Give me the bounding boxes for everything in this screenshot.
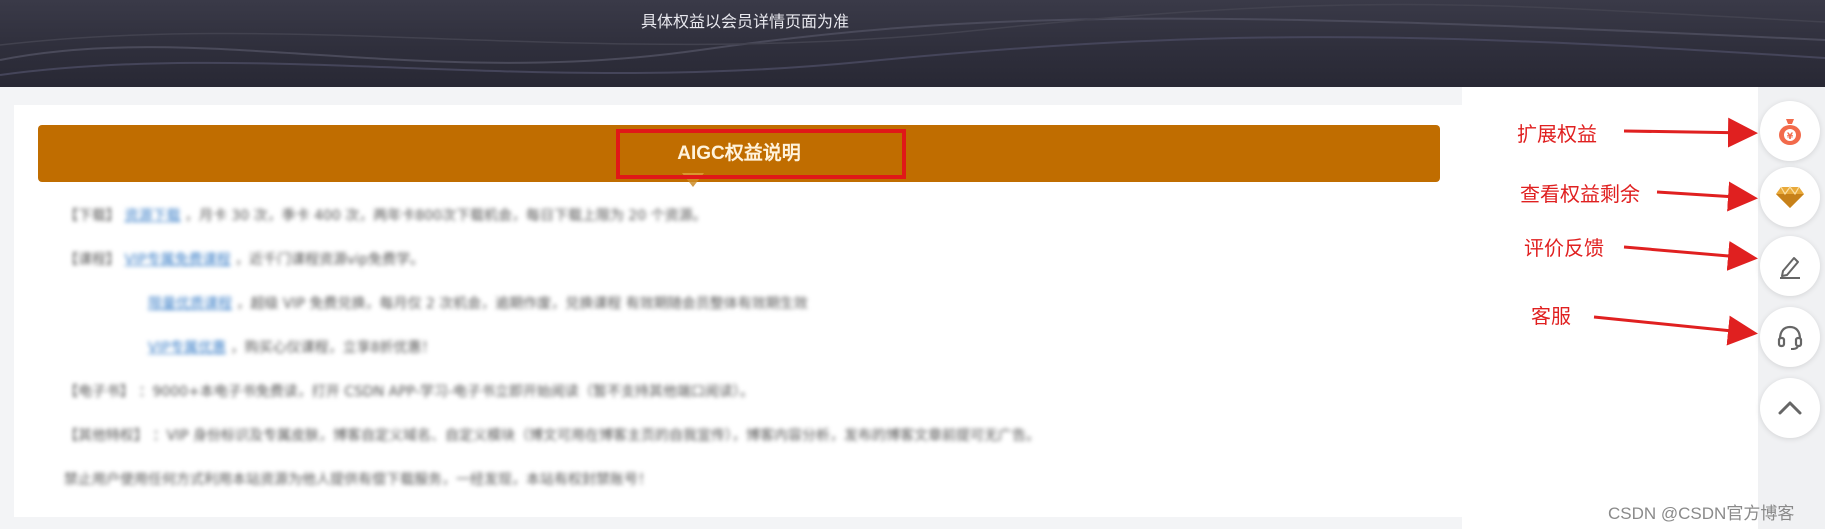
- rights-line-notice: 禁止用户使用任何方式利用本站资源为他人提供有偿下载服务，一经发现，本站有权封禁账…: [64, 469, 652, 489]
- rights-line-ebook: 【电子书】 ：9000+本电子书免费读，打开 CSDN APP-学习-电子书立即…: [64, 381, 754, 401]
- annotation-view-remaining: 查看权益剩余: [1520, 182, 1640, 206]
- annotation-feedback: 评价反馈: [1524, 236, 1604, 260]
- line-label: 【课程】: [64, 252, 120, 268]
- rights-line-course: 【课程】 VIP专属免费课程 ，近千门课程资源vip免费学。: [64, 249, 424, 269]
- aigc-title-bar: AIGC权益说明: [38, 125, 1440, 187]
- back-to-top-button[interactable]: [1760, 378, 1820, 438]
- banner-note: 具体权益以会员详情页面为准: [640, 12, 849, 31]
- line-text: ，月卡 30 次，季卡 400 次，两年卡800次下载机会，每日下载上限为 20…: [184, 208, 707, 224]
- line-text: ，超级 VIP 免费兑换，每月仅 2 次机会，逾期作废，兑换课程 有效期随会员整…: [236, 296, 808, 312]
- feedback-button[interactable]: [1760, 236, 1820, 296]
- line-text: 禁止用户使用任何方式利用本站资源为他人提供有偿下载服务，一经发现，本站有权封禁账…: [64, 472, 652, 488]
- annotation-customer-service: 客服: [1531, 304, 1571, 328]
- title-highlight-box: [616, 129, 906, 179]
- diamond-icon: [1776, 185, 1804, 208]
- line-label: 【电子书】: [64, 384, 134, 400]
- line-text: ，购买心仪课程，立享8折优惠！: [230, 340, 436, 356]
- line-label: 【下载】: [64, 208, 120, 224]
- line-link[interactable]: 限量优质课程: [148, 296, 232, 312]
- line-label: 【其他特权】: [64, 428, 148, 444]
- line-text: ：9000+本电子书免费读，打开 CSDN APP-学习-电子书立即开始阅读（暂…: [138, 384, 754, 400]
- customer-service-button[interactable]: [1760, 307, 1820, 367]
- rights-line-limited-course: 限量优质课程 ，超级 VIP 免费兑换，每月仅 2 次机会，逾期作废，兑换课程 …: [148, 293, 808, 313]
- rights-line-discount: VIP专属优惠 ，购买心仪课程，立享8折优惠！: [148, 337, 436, 357]
- line-text: ，近千门课程资源vip免费学。: [235, 252, 425, 268]
- expand-rights-button[interactable]: ¥: [1760, 101, 1820, 161]
- pencil-icon: [1780, 257, 1800, 279]
- view-remaining-rights-button[interactable]: [1760, 167, 1820, 227]
- rights-line-download: 【下载】 资源下载 ，月卡 30 次，季卡 400 次，两年卡800次下载机会，…: [64, 205, 707, 225]
- money-bag-icon: ¥: [1779, 119, 1801, 145]
- chevron-up-icon: [1778, 401, 1802, 415]
- rights-line-other: 【其他特权】 ：VIP 身份标识及专属皮肤，博客自定义域名、自定义模块（博文可用…: [64, 425, 1040, 445]
- line-link[interactable]: VIP专属优惠: [148, 340, 226, 356]
- top-banner: 具体权益以会员详情页面为准: [0, 0, 1825, 87]
- line-link[interactable]: VIP专属免费课程: [124, 252, 230, 268]
- csdn-watermark: CSDN @CSDN官方博客: [1608, 504, 1795, 523]
- svg-text:¥: ¥: [1787, 132, 1794, 142]
- aigc-rights-card: AIGC权益说明 【下载】 资源下载 ，月卡 30 次，季卡 400 次，两年卡…: [14, 105, 1462, 517]
- line-text: ：VIP 身份标识及专属皮肤，博客自定义域名、自定义模块（博文可用在博客主页的自…: [152, 428, 1041, 444]
- line-link[interactable]: 资源下载: [124, 208, 180, 224]
- annotation-expand-rights: 扩展权益: [1517, 122, 1597, 146]
- headset-icon: [1777, 325, 1803, 350]
